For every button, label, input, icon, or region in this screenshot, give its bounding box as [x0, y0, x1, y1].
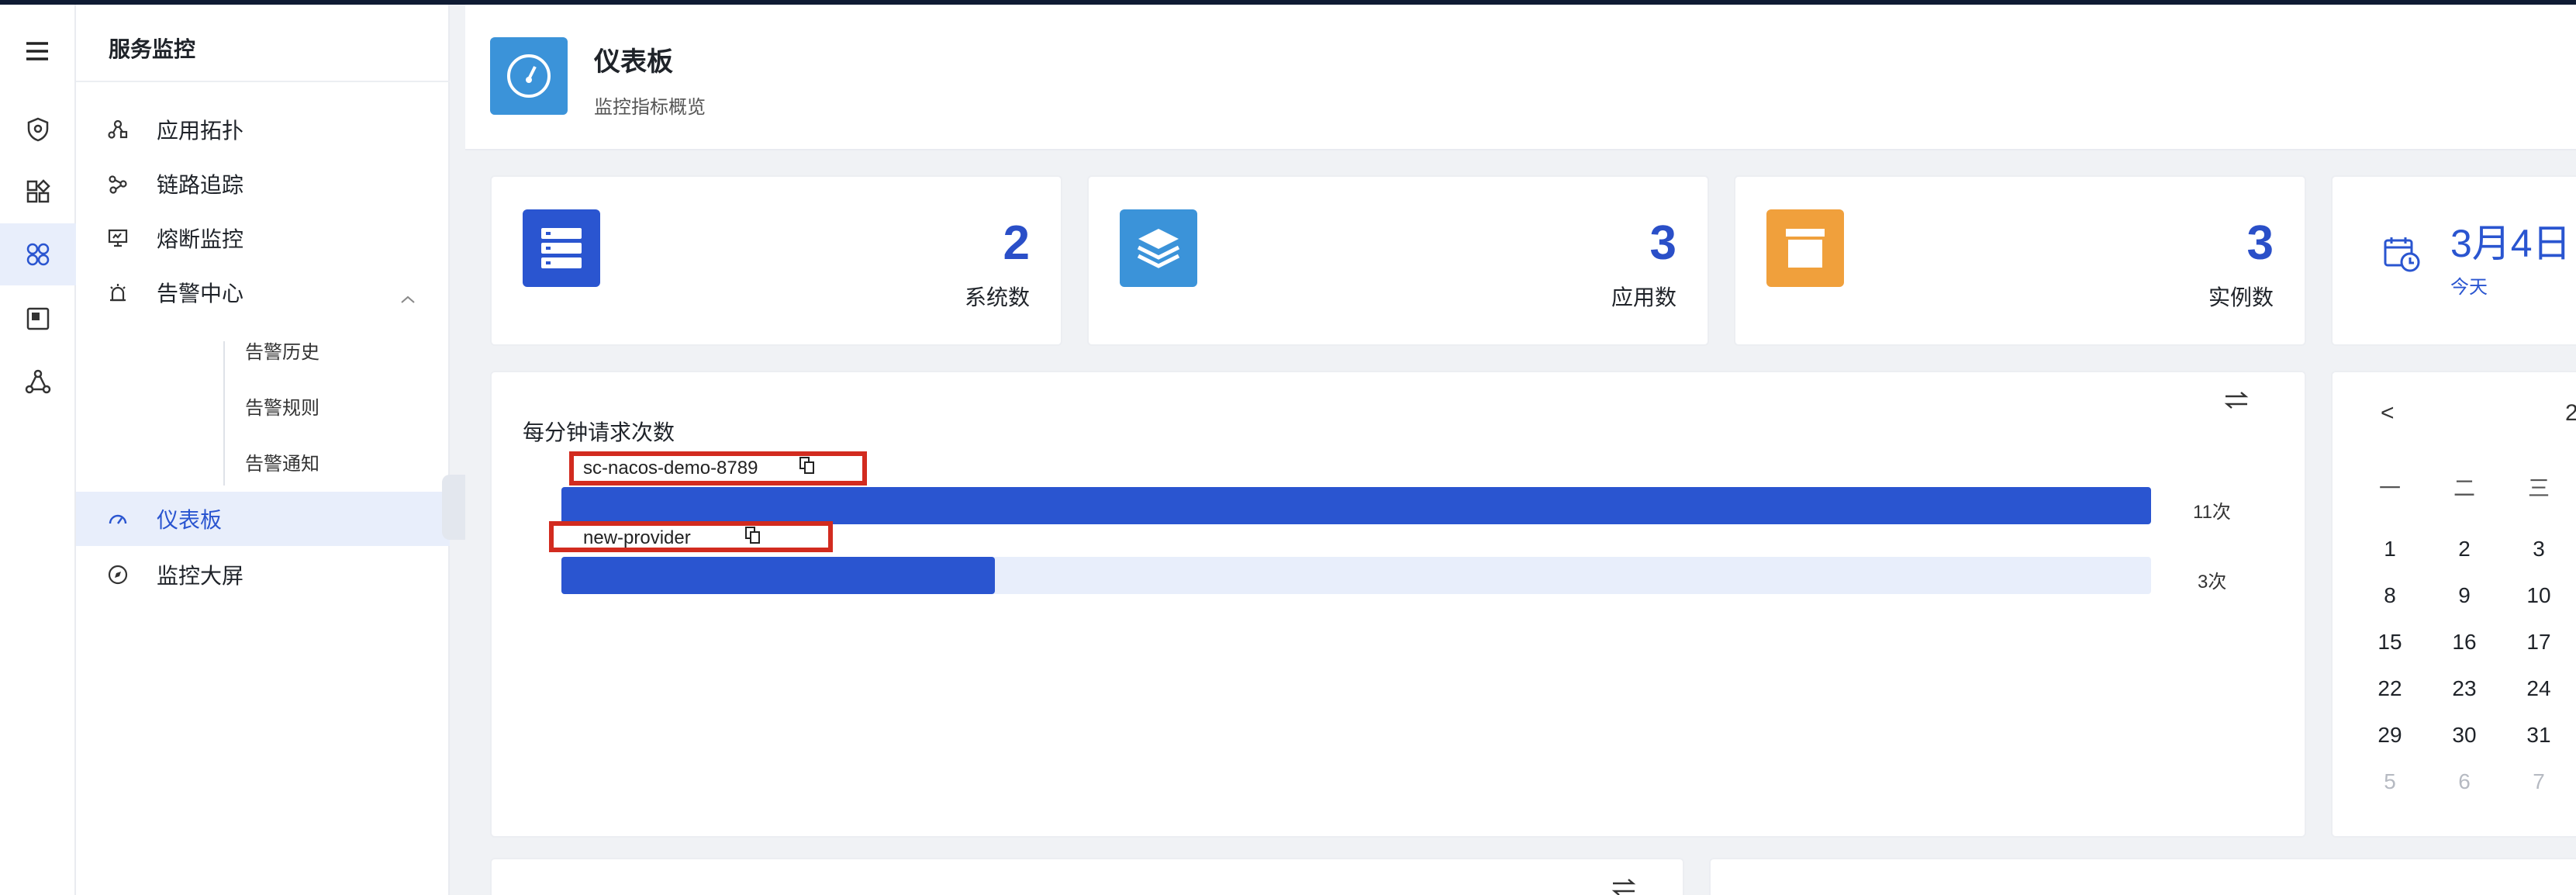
sidebar: 服务监控 应用拓扑 链路追踪 熔断监控 告警中心 告警历史 告警规则 告警通知 … [76, 5, 450, 895]
sidebar-item-circuit-breaker[interactable]: 熔断监控 [76, 211, 450, 265]
stat-value: 3 [2246, 216, 2274, 270]
calendar-prev-button[interactable]: < [2381, 400, 2395, 427]
sidebar-subitem-label: 告警规则 [245, 397, 319, 419]
box-icon [1766, 209, 1844, 287]
calendar-day[interactable]: 2 [2441, 537, 2488, 562]
calendar-day[interactable]: 8 [2367, 583, 2413, 608]
today-label: 今天 [2450, 277, 2488, 298]
sidebar-item-topology[interactable]: 应用拓扑 [76, 102, 450, 157]
hamburger-menu-icon[interactable] [22, 36, 53, 67]
page-title: 仪表板 [594, 47, 673, 77]
sidebar-item-trace[interactable]: 链路追踪 [76, 157, 450, 211]
calendar-day[interactable]: 31 [2516, 723, 2562, 748]
bar-fill[interactable] [561, 487, 2151, 524]
layout-panel-icon[interactable] [19, 299, 57, 338]
switch-arrows-icon[interactable] [1610, 876, 1638, 895]
sidebar-item-alarm-notify[interactable]: 告警通知 [223, 434, 456, 489]
bar-fill[interactable] [561, 557, 996, 594]
bar-value-label: 3次 [2198, 572, 2227, 593]
sidebar-item-label: 告警中心 [157, 282, 244, 306]
layers-icon [1120, 209, 1197, 287]
bar-category-label: new-provider [583, 527, 691, 548]
bar-track [561, 557, 2151, 594]
bar-value-label: 11次 [2193, 502, 2231, 523]
lower-chart-card [490, 858, 1684, 895]
chart-title: 每分钟请求次数 [523, 420, 675, 444]
calendar-day[interactable]: 9 [2441, 583, 2488, 608]
bar-category-label: sc-nacos-demo-8789 [583, 458, 758, 479]
sidebar-title: 服务监控 [109, 37, 196, 61]
weekday-label: 二 [2453, 476, 2475, 500]
weekday-label: 一 [2378, 476, 2401, 500]
calendar-day[interactable]: 24 [2516, 676, 2562, 701]
alarm-icon [110, 284, 126, 302]
sidebar-item-label: 监控大屏 [157, 564, 244, 588]
calendar-day[interactable]: 5 [2367, 769, 2413, 794]
stat-value: 2 [1003, 216, 1030, 270]
sidebar-item-label: 熔断监控 [157, 227, 244, 251]
calendar-clock-icon [2384, 237, 2420, 272]
stat-label: 应用数 [1611, 285, 1676, 309]
shield-icon[interactable] [19, 110, 57, 149]
calendar-panel: < 2 一 二 三 1 2 3 8 9 10 15 16 17 22 23 24 29 30 31 5 6 7 [2331, 371, 2576, 838]
sidebar-item-alarm-rules[interactable]: 告警规则 [223, 378, 456, 433]
stat-card-apps: 3 应用数 [1087, 175, 1709, 346]
calendar-day[interactable]: 17 [2516, 630, 2562, 655]
calendar-day[interactable]: 30 [2441, 723, 2488, 748]
calendar-day[interactable]: 6 [2441, 769, 2488, 794]
calendar-day[interactable]: 10 [2516, 583, 2562, 608]
calendar-day[interactable]: 16 [2441, 630, 2488, 655]
icon-rail [0, 5, 76, 895]
lower-right-card [1709, 858, 2576, 895]
calendar-day[interactable]: 1 [2367, 537, 2413, 562]
stat-card-systems: 2 系统数 [490, 175, 1062, 346]
bar-track [561, 487, 2151, 524]
calendar-day[interactable]: 15 [2367, 630, 2413, 655]
sidebar-item-label: 应用拓扑 [157, 119, 244, 143]
sidebar-item-alarm-history[interactable]: 告警历史 [223, 323, 456, 377]
triangle-nodes-icon[interactable] [19, 363, 57, 402]
trace-icon [109, 175, 127, 194]
sidebar-collapse-handle[interactable] [442, 475, 465, 540]
sidebar-subitem-label: 告警通知 [245, 453, 319, 475]
copy-icon[interactable] [744, 526, 761, 544]
apps-grid-icon[interactable] [19, 172, 57, 211]
copy-icon[interactable] [799, 456, 816, 475]
sidebar-item-alarm-center[interactable]: 告警中心 [76, 265, 450, 320]
main-content: 仪表板 监控指标概览 2 系统数 3 应用数 3 实例数 3月4日 今天 每分钟… [465, 5, 2576, 895]
topology-icon [108, 119, 128, 139]
stat-label: 系统数 [964, 285, 1030, 309]
weekday-label: 三 [2527, 476, 2550, 500]
service-monitor-icon[interactable] [0, 223, 76, 285]
server-list-icon [523, 209, 600, 287]
requests-per-minute-chart: 每分钟请求次数 sc-nacos-demo-8789 11次 new-provi… [490, 371, 2306, 838]
calendar-day[interactable]: 3 [2516, 537, 2562, 562]
sidebar-item-dashboard[interactable]: 仪表板 [76, 492, 450, 546]
dashboard-gauge-icon [109, 514, 127, 524]
calendar-day[interactable]: 29 [2367, 723, 2413, 748]
sidebar-item-label: 仪表板 [157, 508, 223, 532]
stat-label: 实例数 [2208, 285, 2274, 309]
page-subtitle: 监控指标概览 [594, 97, 706, 118]
chevron-up-icon[interactable] [397, 292, 419, 307]
page-header: 仪表板 监控指标概览 [465, 5, 2576, 150]
today-card: 3月4日 今天 [2331, 175, 2576, 346]
monitor-icon [108, 229, 128, 247]
sidebar-item-label: 链路追踪 [157, 173, 244, 197]
calendar-year: 2 [2565, 400, 2576, 426]
stat-value: 3 [1649, 216, 1676, 270]
stat-card-instances: 3 实例数 [1734, 175, 2306, 346]
gauge-icon [490, 37, 568, 115]
calendar-day[interactable]: 7 [2516, 769, 2562, 794]
sidebar-divider [76, 81, 450, 82]
calendar-day[interactable]: 23 [2441, 676, 2488, 701]
today-date: 3月4日 [2450, 222, 2571, 265]
switch-arrows-icon[interactable] [2222, 389, 2250, 411]
calendar-day[interactable]: 22 [2367, 676, 2413, 701]
sidebar-item-big-screen[interactable]: 监控大屏 [76, 548, 450, 602]
compass-icon [108, 565, 128, 585]
sidebar-subitem-label: 告警历史 [245, 341, 319, 363]
